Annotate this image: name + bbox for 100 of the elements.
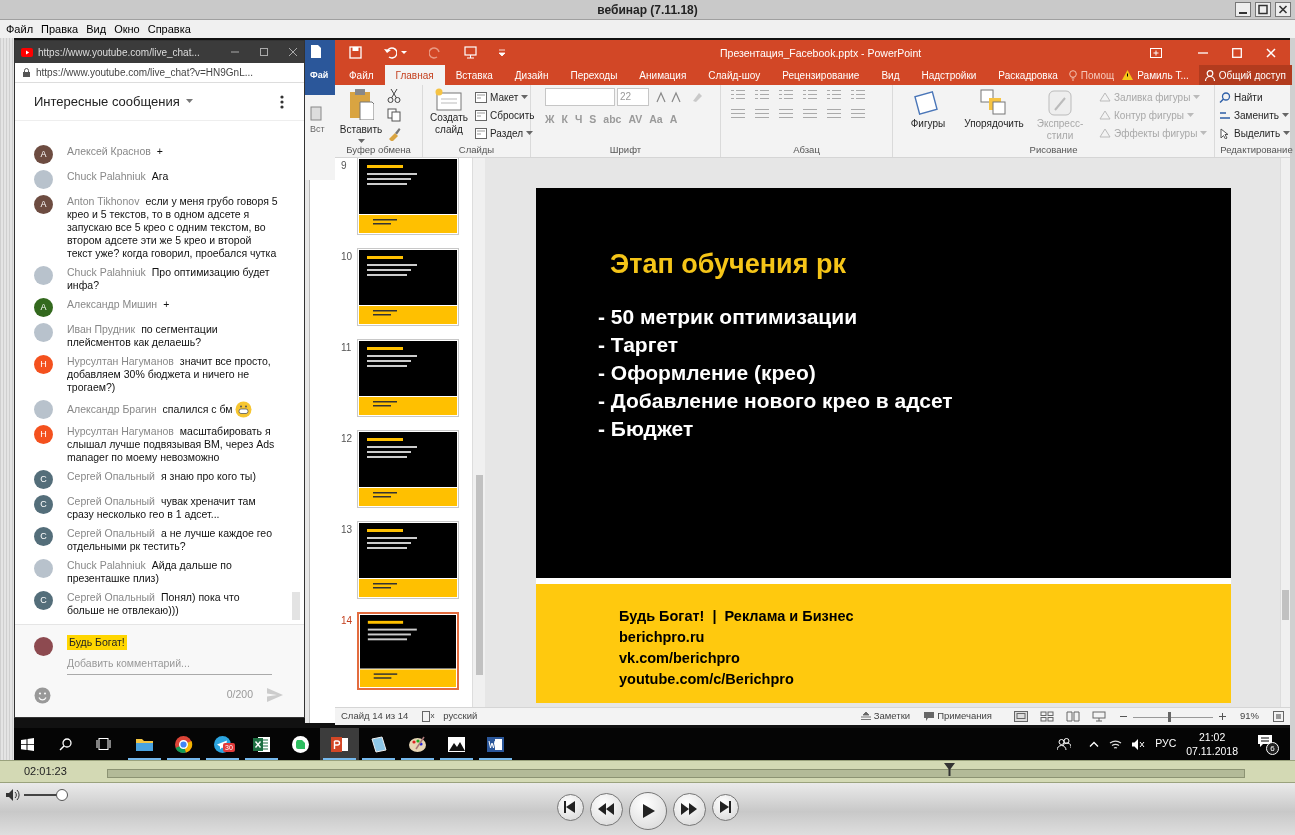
ribbon-tab[interactable]: Вставка bbox=[444, 65, 504, 85]
slide-thumbnail[interactable] bbox=[357, 612, 459, 690]
address-bar[interactable]: https://www.youtube.com/live_chat?v=HN9GnL... bbox=[15, 63, 304, 83]
minimize-icon[interactable] bbox=[1235, 2, 1251, 17]
scrollbar-thumb[interactable] bbox=[1282, 590, 1289, 620]
clock[interactable]: 21:02 07.11.2018 bbox=[1186, 730, 1238, 758]
ribbon-command[interactable]: Раздел bbox=[475, 124, 535, 142]
paintbrush-icon[interactable] bbox=[387, 127, 401, 141]
maximize-icon[interactable] bbox=[259, 47, 269, 57]
group-label: Шрифт bbox=[608, 144, 643, 156]
slideshow-icon[interactable] bbox=[1092, 711, 1106, 722]
slide-thumbnail[interactable] bbox=[357, 157, 459, 235]
ribbon-command[interactable]: Выделить bbox=[1219, 124, 1291, 142]
ribbon-command[interactable]: Сбросить bbox=[475, 106, 535, 124]
ribbon-command[interactable]: Фигуры bbox=[897, 88, 959, 130]
emoji-icon[interactable] bbox=[34, 686, 51, 704]
ribbon-tab[interactable]: Раскадровка bbox=[987, 65, 1069, 85]
avatar: Н bbox=[34, 425, 53, 444]
task-view-icon[interactable] bbox=[96, 738, 111, 750]
skip-forward-icon bbox=[717, 800, 733, 814]
ribbon-command[interactable]: Вст bbox=[310, 123, 339, 137]
zoom-level[interactable]: 91% bbox=[1240, 709, 1259, 724]
chat-filter-dropdown[interactable]: Интересные сообщения bbox=[34, 91, 180, 112]
ribbon-command[interactable]: Упорядочить bbox=[963, 88, 1025, 130]
notes-button[interactable]: Заметки bbox=[860, 709, 911, 724]
menu-item[interactable]: Вид bbox=[82, 20, 111, 38]
spellcheck-icon[interactable] bbox=[422, 711, 436, 722]
customize-icon[interactable] bbox=[499, 49, 505, 56]
ribbon-tab[interactable]: Надстройки bbox=[910, 65, 988, 85]
zoom-out-icon[interactable] bbox=[1120, 713, 1127, 720]
fit-slide-icon[interactable] bbox=[1273, 711, 1284, 722]
slide-thumbnail[interactable] bbox=[357, 430, 459, 508]
more-options-icon[interactable] bbox=[280, 94, 284, 109]
menu-item[interactable]: Файл bbox=[2, 20, 38, 38]
undo-icon[interactable] bbox=[384, 46, 397, 59]
copy-icon[interactable] bbox=[387, 108, 401, 122]
avatar-photo-placeholder bbox=[34, 266, 53, 285]
share-button[interactable]: Общий доступ bbox=[1198, 65, 1292, 85]
ribbon-command[interactable]: Найти bbox=[1219, 88, 1291, 106]
ribbon-tab[interactable]: Слайд-шоу bbox=[697, 65, 772, 85]
ribbon-command[interactable]: Макет bbox=[475, 88, 535, 106]
skip-back-button[interactable] bbox=[556, 793, 584, 821]
presenter-icon[interactable] bbox=[464, 46, 477, 59]
clipboard-icon[interactable] bbox=[310, 105, 322, 121]
zoom-slider-thumb[interactable] bbox=[1167, 711, 1171, 722]
menu-item[interactable]: Справка bbox=[143, 20, 195, 38]
comment-input[interactable]: Добавить комментарий... bbox=[67, 656, 272, 675]
ribbon-tab[interactable]: Файл bbox=[338, 65, 385, 85]
slide-thumbnail[interactable] bbox=[357, 339, 459, 417]
speaker-muted-icon[interactable] bbox=[1132, 738, 1146, 750]
slide-thumbnail[interactable] bbox=[357, 521, 459, 599]
ribbon-tab[interactable]: Дизайн bbox=[503, 65, 560, 85]
zoom-slider[interactable] bbox=[1133, 711, 1213, 722]
scrollbar-thumb[interactable] bbox=[292, 592, 300, 620]
ribbon-command[interactable]: Заменить bbox=[1219, 106, 1291, 124]
search-icon[interactable] bbox=[59, 737, 72, 751]
new-slide-button[interactable]: Создать слайд bbox=[427, 88, 471, 136]
font-name-field[interactable] bbox=[545, 88, 615, 106]
volume-slider-thumb[interactable] bbox=[56, 789, 69, 801]
comments-button[interactable]: Примечания bbox=[924, 709, 992, 724]
close-icon[interactable] bbox=[288, 47, 298, 57]
normal-view-icon[interactable] bbox=[1014, 711, 1028, 722]
ribbon-tab[interactable]: Главная bbox=[384, 65, 445, 85]
ribbon-display-icon[interactable] bbox=[1150, 47, 1162, 58]
slide-sorter-icon[interactable] bbox=[1040, 711, 1054, 722]
paste-button[interactable]: Вставить bbox=[339, 88, 383, 144]
menu-item[interactable]: Правка bbox=[37, 20, 83, 38]
slide-thumbnail[interactable] bbox=[357, 248, 459, 326]
language-indicator[interactable]: русский bbox=[443, 709, 478, 724]
group-label: Рисование bbox=[1028, 144, 1079, 156]
volume-slider[interactable] bbox=[24, 789, 70, 801]
ribbon-tab[interactable]: Вид bbox=[870, 65, 911, 85]
skip-forward-button[interactable] bbox=[711, 793, 739, 821]
chevron-up-icon[interactable] bbox=[1089, 741, 1100, 747]
start-icon[interactable] bbox=[21, 737, 34, 751]
speaker-icon[interactable] bbox=[6, 789, 20, 801]
playhead-marker[interactable] bbox=[943, 763, 955, 776]
scissors-icon[interactable] bbox=[387, 89, 401, 103]
zoom-in-icon[interactable] bbox=[1219, 713, 1226, 720]
ribbon-tab[interactable]: Рецензирование bbox=[771, 65, 871, 85]
rewind-button[interactable] bbox=[589, 792, 623, 826]
close-icon[interactable] bbox=[1275, 2, 1291, 17]
reading-view-icon[interactable] bbox=[1066, 711, 1080, 722]
save-icon[interactable] bbox=[349, 46, 362, 59]
account-name[interactable]: Рамиль Т... bbox=[1137, 67, 1189, 83]
wifi-icon[interactable] bbox=[1109, 738, 1123, 750]
caret-icon[interactable] bbox=[401, 51, 407, 54]
scrollbar-thumb[interactable] bbox=[475, 475, 483, 675]
ribbon-tab[interactable]: Анимация bbox=[628, 65, 698, 85]
maximize-icon[interactable] bbox=[1255, 2, 1271, 17]
play-button[interactable] bbox=[628, 792, 667, 830]
input-language[interactable]: РУС bbox=[1155, 736, 1177, 752]
ribbon-tab[interactable]: Фай bbox=[310, 69, 339, 83]
fast-forward-button[interactable] bbox=[672, 792, 706, 826]
taskbar-app[interactable] bbox=[320, 728, 359, 760]
action-center-button[interactable]: 6 bbox=[1258, 733, 1280, 755]
people-icon[interactable] bbox=[1057, 738, 1072, 750]
ribbon-tab[interactable]: Переходы bbox=[559, 65, 629, 85]
slide-number: 11 bbox=[341, 341, 353, 355]
menu-item[interactable]: Окно bbox=[110, 20, 144, 38]
